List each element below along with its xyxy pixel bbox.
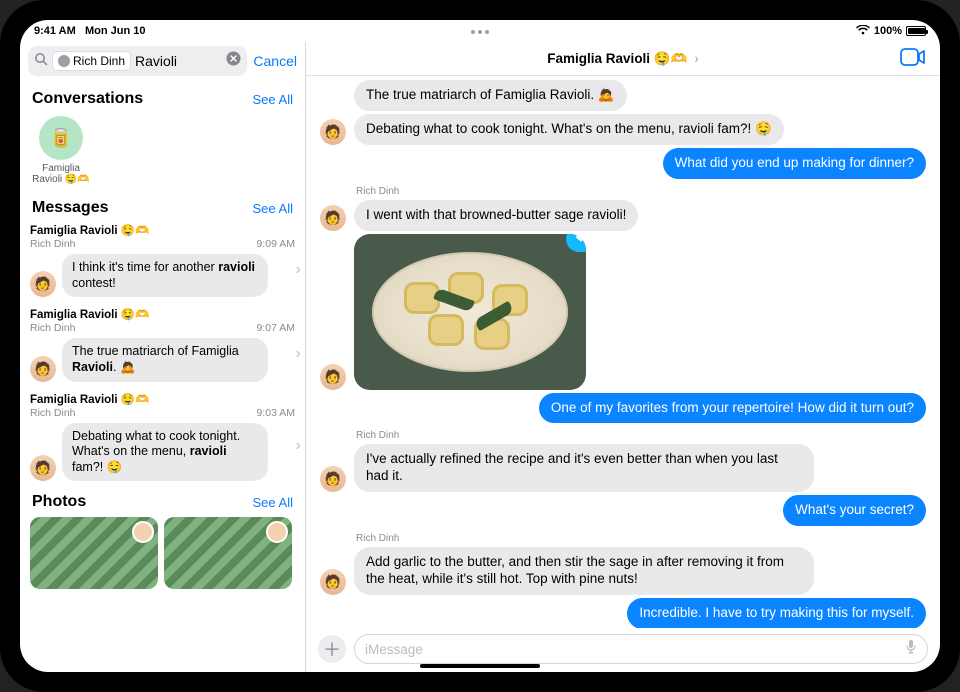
- received-bubble[interactable]: The true matriarch of Famiglia Ravioli. …: [354, 80, 627, 111]
- image-attachment[interactable]: ❤: [354, 234, 586, 390]
- compose-bar: ＋ iMessage: [306, 628, 940, 672]
- wifi-icon: [856, 25, 870, 38]
- photo-result[interactable]: [30, 517, 158, 589]
- conversations-heading: Conversations: [32, 90, 143, 108]
- message-row: What's your secret?: [320, 495, 926, 526]
- photos-heading: Photos: [32, 493, 86, 511]
- ipad-frame: 9:41 AM Mon Jun 10 100%: [0, 0, 960, 692]
- compose-placeholder: iMessage: [365, 642, 423, 657]
- sent-bubble[interactable]: One of my favorites from your repertoire…: [539, 393, 926, 424]
- cancel-button[interactable]: Cancel: [253, 53, 297, 69]
- received-bubble[interactable]: Debating what to cook tonight. What's on…: [354, 114, 784, 145]
- sidebar: Rich Dinh Ravioli Cancel Conversations S…: [20, 42, 306, 672]
- result-preview: I think it's time for another ravioli co…: [62, 254, 268, 297]
- avatar: 🧑: [30, 356, 56, 382]
- screen: 9:41 AM Mon Jun 10 100%: [20, 20, 940, 672]
- conversation-result[interactable]: 🥫 Famiglia Ravioli 🤤🫶: [20, 110, 90, 193]
- dictate-icon[interactable]: [905, 639, 917, 660]
- message-row: One of my favorites from your repertoire…: [320, 393, 926, 424]
- message-row: 🧑❤: [320, 234, 926, 390]
- result-preview: The true matriarch of Famiglia Ravioli. …: [62, 338, 268, 381]
- home-indicator[interactable]: [420, 664, 540, 668]
- chip-label: Rich Dinh: [73, 54, 125, 68]
- message-row: 🧑 I went with that browned-butter sage ra…: [320, 200, 926, 231]
- message-row: What did you end up making for dinner?: [320, 148, 926, 179]
- result-time: 9:03 AM: [256, 407, 295, 419]
- messages-see-all[interactable]: See All: [253, 201, 293, 216]
- received-bubble[interactable]: I've actually refined the recipe and it'…: [354, 444, 814, 492]
- conversation-avatar: 🥫: [39, 116, 83, 160]
- message-row: 🧑 Add garlic to the butter, and then stir…: [320, 547, 926, 595]
- message-row: The true matriarch of Famiglia Ravioli. …: [320, 80, 926, 111]
- plus-button[interactable]: ＋: [318, 635, 346, 663]
- chevron-right-icon: ›: [694, 51, 699, 66]
- search-person-chip[interactable]: Rich Dinh: [52, 51, 131, 71]
- avatar: 🧑: [320, 466, 346, 492]
- received-bubble[interactable]: Add garlic to the butter, and then stir …: [354, 547, 814, 595]
- person-tag-icon: [266, 521, 288, 543]
- person-icon: [58, 55, 70, 67]
- result-group: Famiglia Ravioli 🤤🫶: [30, 307, 295, 321]
- avatar: 🧑: [320, 569, 346, 595]
- result-time: 9:09 AM: [256, 238, 295, 250]
- message-result[interactable]: Famiglia Ravioli 🤤🫶Rich Dinh 9:07 AM 🧑The …: [20, 303, 305, 387]
- conversation-title: Famiglia Ravioli 🤤🫶: [547, 51, 687, 66]
- message-result[interactable]: Famiglia Ravioli 🤤🫶Rich Dinh 9:03 AM 🧑Deba…: [20, 388, 305, 488]
- result-sender: Rich Dinh: [30, 238, 76, 250]
- chevron-right-icon: ›: [296, 345, 301, 363]
- status-date: Mon Jun 10: [85, 25, 146, 37]
- result-preview: Debating what to cook tonight. What's on…: [62, 423, 268, 482]
- result-group: Famiglia Ravioli 🤤🫶: [30, 392, 295, 406]
- sender-label: Rich Dinh: [356, 186, 926, 197]
- person-tag-icon: [132, 521, 154, 543]
- sender-label: Rich Dinh: [356, 430, 926, 441]
- sent-bubble[interactable]: Incredible. I have to try making this fo…: [627, 598, 926, 628]
- result-time: 9:07 AM: [256, 322, 295, 334]
- sent-bubble[interactable]: What did you end up making for dinner?: [663, 148, 926, 179]
- conversation-header[interactable]: Famiglia Ravioli 🤤🫶 ›: [306, 42, 940, 76]
- messages-heading: Messages: [32, 199, 109, 217]
- sent-bubble[interactable]: What's your secret?: [783, 495, 926, 526]
- conversation-label: Famiglia Ravioli 🤤🫶: [32, 163, 90, 185]
- search-icon: [34, 52, 48, 71]
- avatar: 🧑: [30, 271, 56, 297]
- search-query-text: Ravioli: [135, 53, 177, 69]
- facetime-button[interactable]: [900, 48, 926, 69]
- result-sender: Rich Dinh: [30, 322, 76, 334]
- message-row: Incredible. I have to try making this fo…: [320, 598, 926, 628]
- conversation-pane: Famiglia Ravioli 🤤🫶 › The true matriarch…: [306, 42, 940, 672]
- conversations-see-all[interactable]: See All: [253, 92, 293, 107]
- avatar: 🧑: [30, 455, 56, 481]
- battery-icon: [906, 26, 926, 36]
- photos-see-all[interactable]: See All: [253, 495, 293, 510]
- avatar: 🧑: [320, 364, 346, 390]
- search-field[interactable]: Rich Dinh Ravioli: [28, 46, 247, 76]
- result-sender: Rich Dinh: [30, 407, 76, 419]
- status-time: 9:41 AM: [34, 25, 76, 37]
- message-thread[interactable]: The true matriarch of Famiglia Ravioli. …: [306, 76, 940, 628]
- photo-result[interactable]: [164, 517, 292, 589]
- battery-pct: 100%: [874, 25, 902, 37]
- avatar: 🧑: [320, 205, 346, 231]
- heart-reaction-icon[interactable]: ❤: [566, 234, 586, 252]
- message-result[interactable]: Famiglia Ravioli 🤤🫶Rich Dinh 9:09 AM 🧑I th…: [20, 219, 305, 303]
- clear-search-icon[interactable]: [226, 51, 241, 71]
- avatar: 🧑: [320, 119, 346, 145]
- message-row: 🧑 Debating what to cook tonight. What's o…: [320, 114, 926, 145]
- sender-label: Rich Dinh: [356, 533, 926, 544]
- compose-field[interactable]: iMessage: [354, 634, 928, 664]
- chevron-right-icon: ›: [296, 437, 301, 455]
- message-row: 🧑 I've actually refined the recipe and it…: [320, 444, 926, 492]
- chevron-right-icon: ›: [296, 261, 301, 279]
- multitask-dots[interactable]: [471, 30, 489, 34]
- result-group: Famiglia Ravioli 🤤🫶: [30, 223, 295, 237]
- received-bubble[interactable]: I went with that browned-butter sage rav…: [354, 200, 638, 231]
